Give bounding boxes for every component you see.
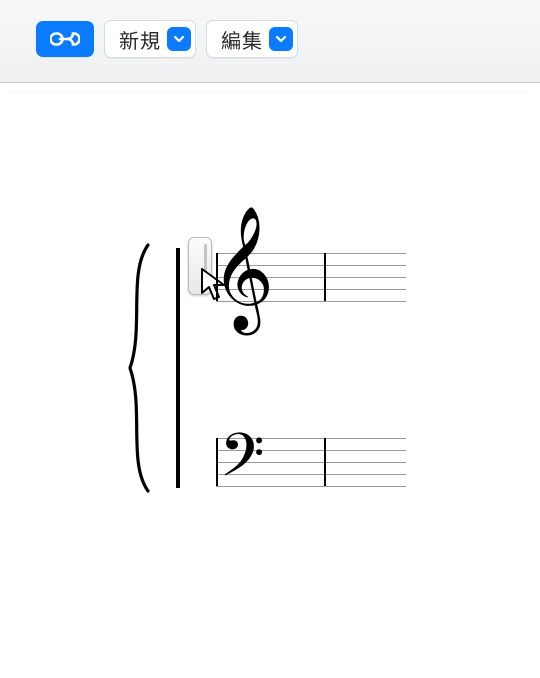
edit-dropdown[interactable]: 編集: [206, 20, 298, 58]
bass-clef-icon: 𝄢: [222, 428, 265, 482]
staff-bass[interactable]: 𝄢: [216, 438, 406, 486]
staff-treble[interactable]: 𝄞: [216, 253, 406, 301]
new-dropdown[interactable]: 新規: [104, 20, 196, 58]
new-dropdown-label: 新規: [119, 25, 161, 54]
brace-icon: [114, 243, 158, 493]
edit-dropdown-label: 編集: [221, 25, 263, 54]
score-system[interactable]: 𝄞 𝄢: [128, 243, 428, 503]
treble-clef-icon: 𝄞: [220, 233, 273, 307]
window: 新規 編集: [0, 0, 540, 678]
toolbar: 新規 編集: [0, 0, 540, 83]
system-barline: [176, 248, 180, 488]
chevron-down-icon: [269, 27, 293, 51]
content-area: 𝄞 𝄢: [10, 92, 530, 668]
link-button[interactable]: [36, 21, 94, 57]
link-icon: [50, 29, 80, 49]
staff-drag-handle[interactable]: [188, 237, 212, 295]
toolbar-inner: 新規 編集: [36, 20, 298, 58]
chevron-down-icon: [167, 27, 191, 51]
